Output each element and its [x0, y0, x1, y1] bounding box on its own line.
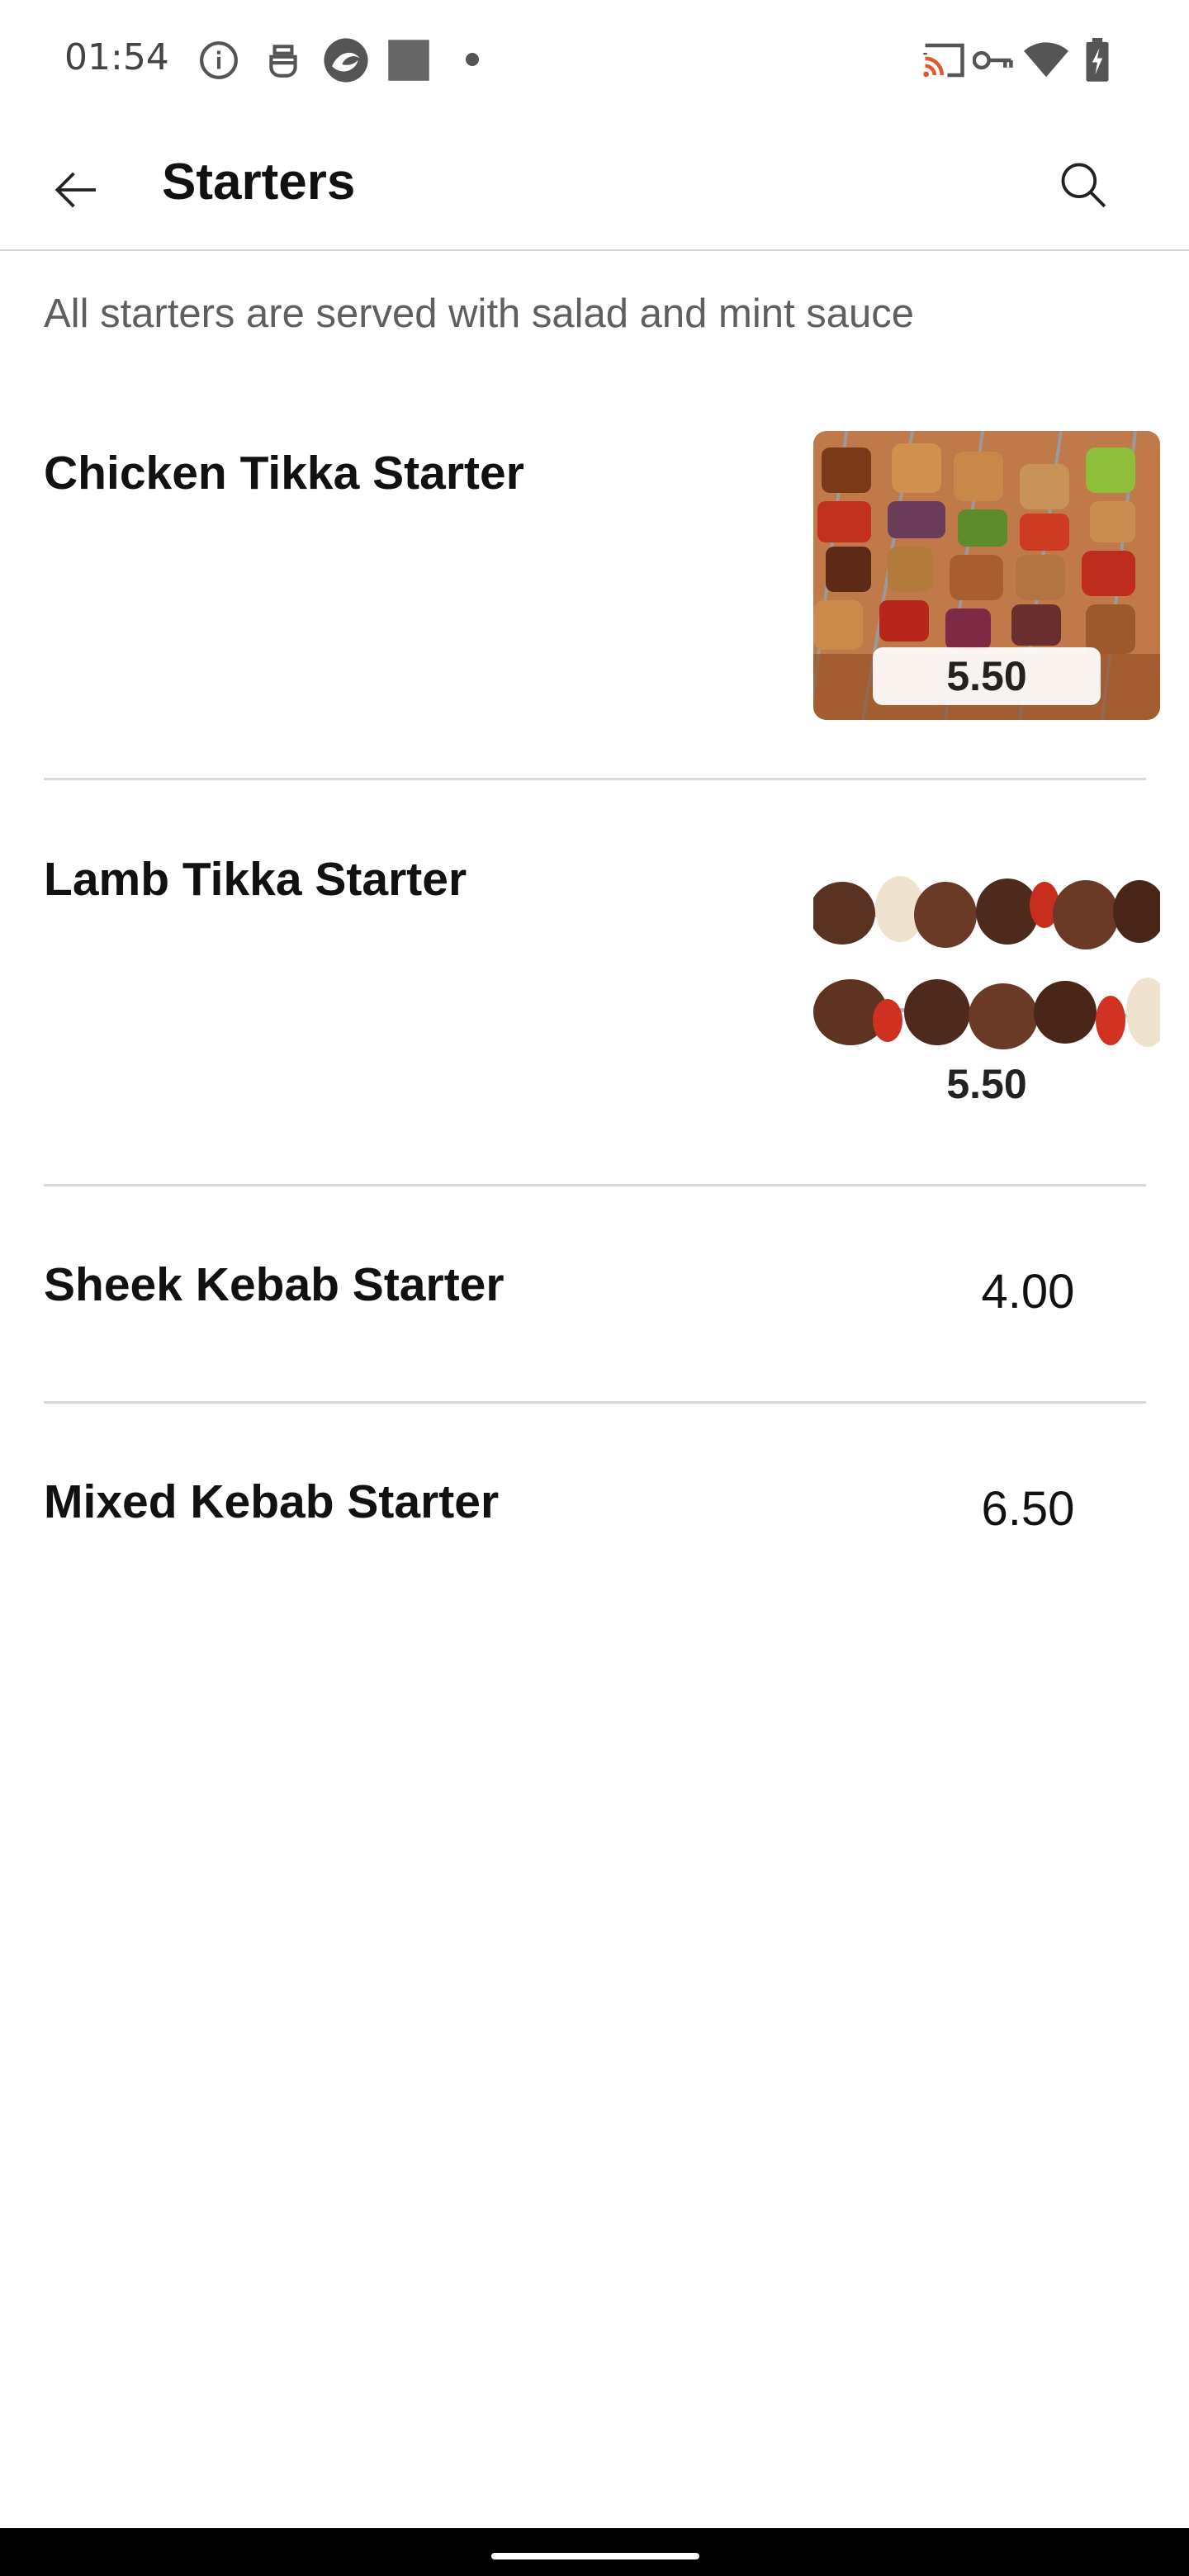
- item-name: Chicken Tikka Starter: [44, 447, 524, 500]
- price-pill: 5.50: [873, 647, 1101, 705]
- item-price: 4.00: [981, 1265, 1075, 1319]
- vpn-key-icon: [973, 50, 1013, 70]
- square-icon: [388, 40, 429, 81]
- app-bar: Starters: [0, 116, 1189, 251]
- menu-item-mixed-kebab-starter[interactable]: Mixed Kebab Starter 6.50: [0, 1404, 1189, 1618]
- browser-icon: [324, 38, 368, 83]
- menu-item-chicken-tikka-starter[interactable]: Chicken Tikka Starter 5.50: [0, 388, 1189, 776]
- item-name: Sheek Kebab Starter: [44, 1258, 504, 1311]
- wifi-icon: [1024, 42, 1068, 78]
- item-name: Mixed Kebab Starter: [44, 1475, 500, 1528]
- price-pill: 5.50: [873, 1055, 1101, 1113]
- home-indicator[interactable]: [491, 2553, 699, 2559]
- item-name: Lamb Tikka Starter: [44, 853, 467, 906]
- item-image-chicken-tikka[interactable]: 5.50: [813, 431, 1160, 720]
- dot-icon: [466, 53, 479, 66]
- menu-item-sheek-kebab-starter[interactable]: Sheek Kebab Starter 4.00: [0, 1186, 1189, 1401]
- divider: [44, 778, 1146, 780]
- section-description: All starters are served with salad and m…: [44, 291, 914, 336]
- menu-item-lamb-tikka-starter[interactable]: Lamb Tikka Starter 5.50: [0, 794, 1189, 1182]
- back-button[interactable]: [36, 150, 116, 230]
- item-image-lamb-tikka[interactable]: 5.50: [813, 839, 1160, 1128]
- battery-charging-icon: [1086, 38, 1109, 82]
- navigation-bar: [0, 2528, 1189, 2576]
- info-icon: [200, 41, 238, 79]
- status-bar: 01:54: [0, 0, 1189, 116]
- robot-icon: [269, 45, 297, 78]
- item-price: 6.50: [981, 1482, 1075, 1536]
- status-time: 01:54: [64, 36, 169, 78]
- arrow-back-icon: [54, 172, 96, 208]
- page-title: Starters: [162, 154, 356, 211]
- cast-icon: [923, 43, 964, 78]
- search-button[interactable]: [1044, 145, 1123, 225]
- search-icon: [1061, 163, 1106, 208]
